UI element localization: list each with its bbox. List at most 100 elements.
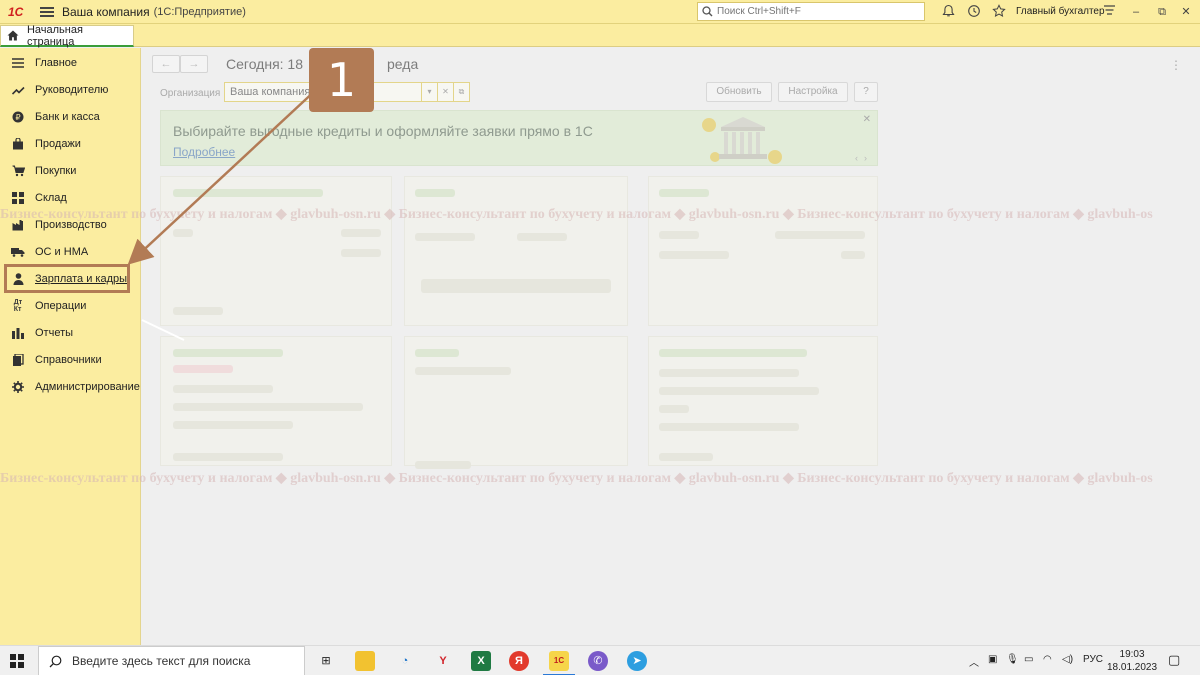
1c-app-icon[interactable]: 1С <box>543 651 575 675</box>
search-icon <box>702 6 713 17</box>
more-icon[interactable]: ⋮ <box>1170 58 1182 72</box>
language-indicator[interactable]: РУС <box>1083 654 1103 665</box>
open-icon[interactable]: ⧉ <box>453 83 469 101</box>
gear-icon <box>11 380 25 394</box>
clear-icon[interactable]: ✕ <box>437 83 453 101</box>
minimize-button[interactable]: ‒ <box>1128 4 1144 20</box>
blurred-panel <box>648 336 878 466</box>
clock-time: 19:03 <box>1119 649 1145 660</box>
tray-app-icon[interactable]: ▣ <box>988 654 997 665</box>
bar-chart-icon <box>11 326 25 340</box>
org-label: Организация <box>160 88 221 99</box>
tab-home-label: Начальная страница <box>26 23 83 48</box>
factory-icon <box>11 218 25 232</box>
yandex-icon[interactable]: Я <box>509 651 529 671</box>
sidebar-item-manager[interactable]: Руководителю <box>0 77 141 103</box>
sidebar-item-production[interactable]: Производство <box>0 212 141 238</box>
sidebar-item-sales[interactable]: Продажи <box>0 131 141 157</box>
help-button[interactable]: ? <box>854 82 878 102</box>
main-menu-icon[interactable] <box>40 6 54 17</box>
home-icon <box>7 30 19 41</box>
excel-icon[interactable]: X <box>471 651 491 671</box>
sidebar-item-catalogs[interactable]: Справочники <box>0 347 141 373</box>
battery-icon[interactable]: ▭ <box>1024 654 1033 665</box>
bank-building-icon <box>702 117 782 164</box>
back-button[interactable]: ← <box>152 55 180 73</box>
taskbar-search-placeholder: Введите здесь текст для поиска <box>72 654 251 668</box>
org-value: Ваша компания <box>230 86 311 98</box>
refresh-button[interactable]: Обновить <box>706 82 772 102</box>
sidebar-item-label: ОС и НМА <box>35 246 89 258</box>
blurred-panel <box>404 176 628 326</box>
sidebar-item-warehouse[interactable]: Склад <box>0 185 141 211</box>
forward-button[interactable]: → <box>180 55 208 73</box>
sidebar-item-label: Руководителю <box>35 84 109 96</box>
sidebar-item-reports[interactable]: Отчеты <box>0 320 141 346</box>
truck-icon <box>11 245 25 259</box>
tab-home[interactable]: Начальная страница <box>0 23 134 48</box>
banner-headline: Выбирайте выгодные кредиты и оформляйте … <box>173 123 593 139</box>
windows-start-icon[interactable] <box>10 654 24 668</box>
windows-taskbar: Введите здесь текст для поиска ⊞ ◔ Y X Я… <box>0 645 1200 675</box>
bell-icon[interactable] <box>940 4 956 20</box>
settings-button[interactable]: Настройка <box>778 82 848 102</box>
sidebar-item-label: Главное <box>35 57 78 69</box>
step-number-callout: 1 <box>309 48 374 112</box>
list-icon <box>11 56 25 70</box>
sidebar-item-label: Склад <box>35 192 67 204</box>
banner-close-icon[interactable]: ✕ <box>863 114 871 125</box>
bag-icon <box>11 137 25 151</box>
banner-arrows-icon[interactable]: ‹› <box>855 153 873 163</box>
app-subtitle: (1С:Предприятие) <box>153 5 246 18</box>
global-search[interactable] <box>697 2 925 21</box>
sidebar-item-assets[interactable]: ОС и НМА <box>0 239 141 265</box>
sidebar: Главное Руководителю ₽ Банк и касса Прод… <box>0 48 141 645</box>
restore-button[interactable]: ⧉ <box>1154 4 1170 20</box>
star-icon[interactable] <box>991 4 1007 20</box>
settings-lines-icon[interactable] <box>1101 4 1117 20</box>
dropdown-icon[interactable]: ▾ <box>421 83 437 101</box>
edge-browser-icon[interactable]: ◔ <box>395 651 415 671</box>
highlight-frame <box>4 264 130 293</box>
task-view-icon[interactable]: ⊞ <box>316 651 336 671</box>
sidebar-item-label: Справочники <box>35 354 102 366</box>
file-explorer-icon[interactable] <box>355 651 375 671</box>
taskbar-search[interactable]: Введите здесь текст для поиска <box>38 646 305 675</box>
notifications-icon[interactable]: ▢ <box>1168 652 1180 668</box>
sidebar-item-label: Продажи <box>35 138 81 150</box>
sidebar-item-purchases[interactable]: Покупки <box>0 158 141 184</box>
viber-icon[interactable]: ✆ <box>588 651 608 671</box>
tray-expand-icon[interactable]: ︿ <box>969 654 979 669</box>
blurred-panel <box>648 176 878 326</box>
sidebar-item-label: Банк и касса <box>35 111 100 123</box>
microphone-icon[interactable]: 🎙 <box>1006 654 1019 665</box>
system-clock[interactable]: 19:03 18.01.2023 <box>1107 648 1157 674</box>
title-bar: 1С Ваша компания (1С:Предприятие) Главны… <box>0 0 1200 24</box>
current-user[interactable]: Главный бухгалтер <box>1016 6 1105 17</box>
sidebar-item-admin[interactable]: Администрирование <box>0 374 141 400</box>
volume-icon[interactable]: ◁) <box>1062 654 1073 665</box>
global-search-input[interactable] <box>717 6 917 17</box>
app-title: Ваша компания <box>62 4 150 19</box>
history-icon[interactable] <box>966 4 982 20</box>
1c-logo-icon: 1С <box>8 4 24 19</box>
wifi-icon[interactable]: ◠ <box>1043 654 1052 665</box>
books-icon <box>11 353 25 367</box>
telegram-icon[interactable]: ➤ <box>627 651 647 671</box>
sidebar-item-label: Отчеты <box>35 327 74 339</box>
sidebar-item-label: Производство <box>35 219 107 231</box>
main-content: ← → Сегодня: 18 реда ⋮ Организация Ваша к… <box>142 48 1200 645</box>
sidebar-item-operations[interactable]: Дт Кт Операции <box>0 293 141 319</box>
clock-date: 18.01.2023 <box>1107 662 1158 673</box>
sidebar-item-label: Операции <box>35 300 87 312</box>
sidebar-item-bank[interactable]: ₽ Банк и касса <box>0 104 141 130</box>
sidebar-item-main[interactable]: Главное <box>0 50 141 76</box>
search-icon <box>49 655 62 667</box>
yandex-browser-icon[interactable]: Y <box>433 651 453 671</box>
banner-more-link[interactable]: Подробнее <box>173 145 235 159</box>
close-icon[interactable]: ✕ <box>1178 4 1194 20</box>
dt-kt-icon: Дт Кт <box>13 299 23 313</box>
blurred-panel <box>160 176 392 326</box>
ruble-coin-icon: ₽ <box>11 110 25 124</box>
sidebar-item-label: Администрирование <box>35 381 140 393</box>
